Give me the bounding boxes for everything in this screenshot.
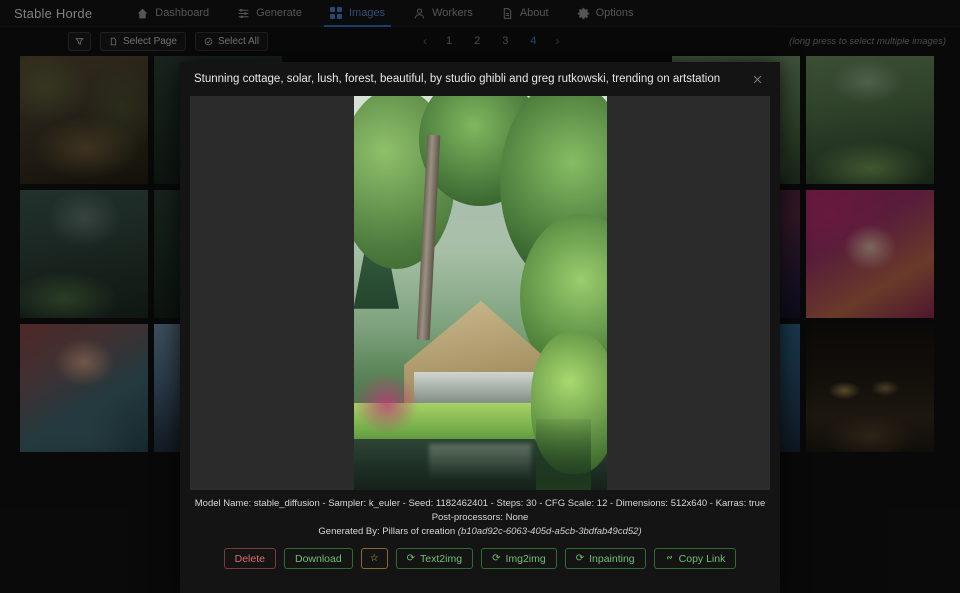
- refresh-icon: ⟳: [407, 554, 415, 564]
- generated-image[interactable]: [354, 96, 607, 490]
- star-icon: ☆: [370, 554, 379, 564]
- image-metadata: Model Name: stable_diffusion - Sampler: …: [180, 490, 780, 539]
- inpainting-button[interactable]: ⟳ Inpainting: [565, 548, 646, 569]
- copy-link-button-label: Copy Link: [679, 553, 726, 565]
- img2img-button[interactable]: ⟳ Img2img: [481, 548, 557, 569]
- copy-link-button[interactable]: Copy Link: [654, 548, 737, 569]
- delete-button[interactable]: Delete: [224, 548, 276, 569]
- refresh-icon: ⟳: [492, 554, 500, 564]
- close-icon[interactable]: [748, 70, 766, 88]
- modal-actions: Delete Download ☆ ⟳ Text2img ⟳ Img2img ⟳…: [180, 539, 780, 569]
- metadata-line-params: Model Name: stable_diffusion - Sampler: …: [180, 497, 780, 511]
- text2img-button[interactable]: ⟳ Text2img: [396, 548, 473, 569]
- inpainting-button-label: Inpainting: [589, 553, 635, 565]
- metadata-line-generated-by: Generated By: Pillars of creation (b10ad…: [180, 525, 780, 539]
- image-detail-modal: Stunning cottage, solar, lush, forest, b…: [180, 62, 780, 593]
- delete-button-label: Delete: [235, 553, 265, 565]
- generated-by-uuid: (b10ad92c-6063-405d-a5cb-3bdfab49cd52): [458, 526, 642, 537]
- image-stage: [190, 96, 770, 490]
- refresh-icon: ⟳: [576, 554, 584, 564]
- generated-by-label: Generated By: Pillars of creation: [318, 526, 455, 537]
- metadata-line-postprocessors: Post-processors: None: [180, 511, 780, 525]
- img2img-button-label: Img2img: [505, 553, 545, 565]
- link-icon: [665, 553, 674, 565]
- modal-title: Stunning cottage, solar, lush, forest, b…: [194, 73, 748, 85]
- download-button[interactable]: Download: [284, 548, 353, 569]
- modal-header: Stunning cottage, solar, lush, forest, b…: [180, 62, 780, 96]
- text2img-button-label: Text2img: [420, 553, 462, 565]
- favorite-button[interactable]: ☆: [361, 548, 388, 569]
- download-button-label: Download: [295, 553, 342, 565]
